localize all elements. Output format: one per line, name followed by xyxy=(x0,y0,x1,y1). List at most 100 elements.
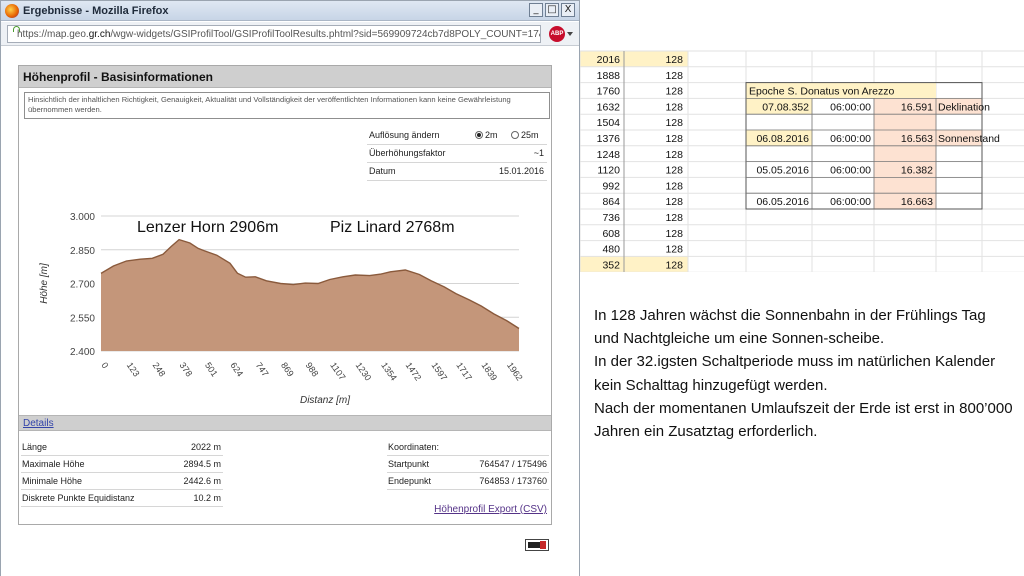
x-tick-label: 0 xyxy=(99,360,110,370)
pdf-export-icon[interactable] xyxy=(525,539,549,551)
profile-panel: Höhenprofil - Basisinformationen Hinsich… xyxy=(18,65,552,525)
sheet-cell-period: 128 xyxy=(665,86,683,98)
sheet-cell-period: 128 xyxy=(665,117,683,129)
explanation-text: In 128 Jahren wächst die Sonnenbahn in d… xyxy=(594,304,1014,443)
sheet-cell-year: 992 xyxy=(602,180,620,192)
stat-row-min-height: Minimale Höhe 2442.6 m xyxy=(21,473,223,490)
epoch-date: 06.05.2016 xyxy=(756,196,809,208)
spreadsheet-excerpt: 2016 1888 1760 1632 1504 1376 1248 1120 992 864 73… xyxy=(579,0,1024,273)
url-text: https://map.geo.gr.ch/wgw-widgets/GSIPro… xyxy=(17,28,540,40)
disclaimer-box: Hinsichtlich der inhaltlichen Richtigkei… xyxy=(24,92,550,119)
resolution-label: Auflösung ändern xyxy=(369,130,440,140)
x-tick-label: 869 xyxy=(279,360,296,378)
firefox-logo-icon xyxy=(5,3,19,18)
window-title: Ergebnisse - Mozilla Firefox xyxy=(23,4,169,17)
panel-title: Höhenprofil - Basisinformationen xyxy=(23,70,214,84)
radio-25m[interactable]: 25m xyxy=(511,130,539,140)
sheet-cell-year: 1248 xyxy=(597,149,621,161)
epoch-value: 16.563 xyxy=(901,133,933,145)
profile-area xyxy=(101,239,519,351)
coords-row-start: Startpunkt 764547 / 175496 xyxy=(387,456,549,473)
stat-row-max-height: Maximale Höhe 2894.5 m xyxy=(21,456,223,473)
url-bar[interactable]: https://map.geo.gr.ch/wgw-widgets/GSIPro… xyxy=(7,25,541,43)
page-content: Höhenprofil - Basisinformationen Hinsich… xyxy=(1,47,579,576)
sheet-cell-year: 1632 xyxy=(597,101,621,113)
x-tick-label: 747 xyxy=(254,360,271,378)
note-paragraph: In der 32.igsten Schaltperiode muss im n… xyxy=(594,353,996,394)
sheet-cell-year: 2016 xyxy=(597,54,621,66)
date-value: 15.01.2016 xyxy=(498,166,544,176)
radio-2m[interactable]: 2m xyxy=(475,130,498,140)
x-tick-label: 1354 xyxy=(379,360,399,382)
stat-label: Minimale Höhe xyxy=(22,476,83,486)
exaggeration-row: Überhöhungsfaktor ~1 xyxy=(367,145,547,163)
epoch-value: 16.663 xyxy=(901,196,933,208)
coords-header-row: Koordinaten: xyxy=(387,439,549,456)
radio-2m-dot[interactable] xyxy=(475,131,483,139)
stat-value: 2022 m xyxy=(190,442,221,452)
note-paragraph: In 128 Jahren wächst die Sonnenbahn in d… xyxy=(594,307,986,348)
window-controls: _ □ X xyxy=(529,3,575,17)
maximize-button[interactable]: □ xyxy=(545,3,559,17)
sheet-cell-period: 128 xyxy=(665,149,683,161)
x-tick-label: 248 xyxy=(151,360,168,378)
peak-annotation-piz-linard: Piz Linard 2768m xyxy=(330,219,455,236)
sheet-cell-period: 128 xyxy=(665,212,683,224)
sheet-cell-period: 128 xyxy=(665,259,683,271)
sheet-cell-year: 608 xyxy=(602,228,620,240)
x-tick-label: 1717 xyxy=(454,360,474,382)
coords-row-label: Endepunkt xyxy=(388,476,432,486)
date-label: Datum xyxy=(369,166,396,176)
sheet-cell-year: 1120 xyxy=(597,165,620,177)
csv-export-link[interactable]: Höhenprofil Export (CSV) xyxy=(434,504,547,515)
spreadsheet-grid: 2016 1888 1760 1632 1504 1376 1248 1120 992 864 73… xyxy=(579,50,1024,273)
x-tick-label: 1107 xyxy=(328,360,347,382)
sheet-cell-year: 864 xyxy=(602,196,620,208)
coords-row-end: Endepunkt 764853 / 173760 xyxy=(387,473,549,490)
sheet-cell-period: 128 xyxy=(665,101,683,113)
sheet-cell-year: 736 xyxy=(602,212,620,224)
x-tick-label: 1962 xyxy=(505,360,525,382)
radio-25m-dot[interactable] xyxy=(511,131,519,139)
epoch-date: 05.05.2016 xyxy=(756,165,809,177)
y-tick-label: 2.700 xyxy=(70,280,95,291)
epoch-time: 06:00:00 xyxy=(830,165,871,177)
minimize-button[interactable]: _ xyxy=(529,3,543,17)
browser-window: Ergebnisse - Mozilla Firefox _ □ X https… xyxy=(0,0,580,576)
epoch-date: 07.08.352 xyxy=(762,101,809,113)
x-tick-label: 1597 xyxy=(430,360,450,382)
epoch-value-column xyxy=(874,98,936,209)
sheet-cell-period: 128 xyxy=(665,244,683,256)
chevron-down-icon[interactable] xyxy=(567,32,573,36)
x-tick-label: 123 xyxy=(125,360,142,378)
details-link[interactable]: Details xyxy=(23,418,54,429)
sheet-cell-year: 1760 xyxy=(597,86,621,98)
stat-label: Länge xyxy=(22,442,48,452)
title-bar: Ergebnisse - Mozilla Firefox _ □ X xyxy=(1,1,579,21)
stat-value: 2442.6 m xyxy=(183,476,221,486)
epoch-time: 06:00:00 xyxy=(830,101,871,113)
sheet-cell-period: 128 xyxy=(665,228,683,240)
y-tick-label: 2.850 xyxy=(70,246,95,257)
stat-row-length: Länge 2022 m xyxy=(21,439,223,456)
stat-row-equidistance: Diskrete Punkte Equidistanz 10.2 m xyxy=(21,490,223,507)
stat-label: Maximale Höhe xyxy=(22,459,85,469)
adblock-plus-icon[interactable]: ABP xyxy=(549,26,565,42)
x-axis-label: Distanz [m] xyxy=(300,395,350,406)
epoch-note: Sonnenstand xyxy=(938,133,1000,145)
stat-value: 10.2 m xyxy=(193,493,221,503)
x-tick-label: 1472 xyxy=(404,360,424,382)
stat-value: 2894.5 m xyxy=(183,459,221,469)
coords-label: Koordinaten: xyxy=(388,442,440,452)
close-button[interactable]: X xyxy=(561,3,575,17)
date-row: Datum 15.01.2016 xyxy=(367,163,547,181)
x-tick-label: 988 xyxy=(304,360,321,378)
navigation-bar: https://map.geo.gr.ch/wgw-widgets/GSIPro… xyxy=(1,22,579,46)
sheet-cell-period: 128 xyxy=(665,180,683,192)
x-tick-label: 501 xyxy=(203,360,220,378)
epoch-time: 06:00:00 xyxy=(830,196,871,208)
radio-25m-label: 25m xyxy=(521,130,539,140)
exaggeration-value: ~1 xyxy=(533,148,544,158)
sheet-cell-year: 1888 xyxy=(597,70,621,82)
sheet-cell-year: 1504 xyxy=(597,117,621,129)
